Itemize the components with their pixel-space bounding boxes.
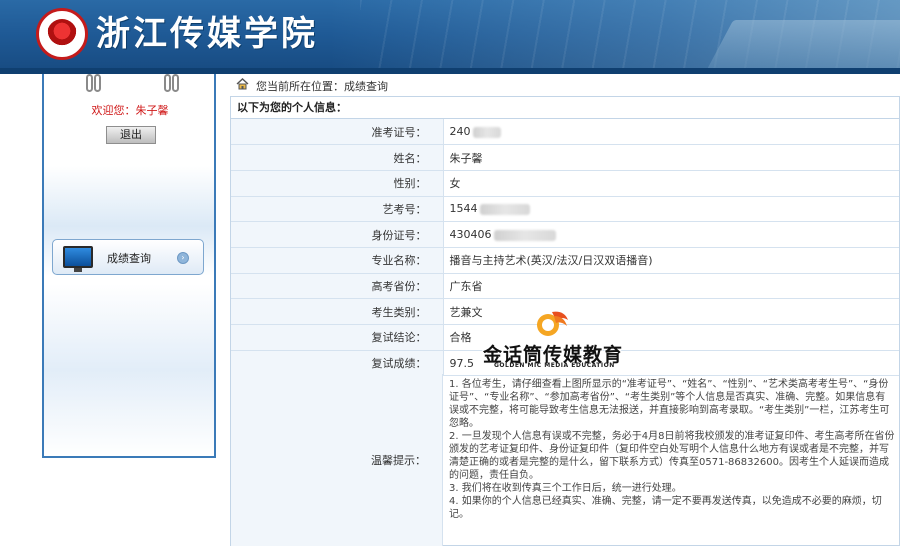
row-label: 身份证号： [231, 221, 444, 248]
arrow-right-icon: › [177, 252, 189, 264]
notes-section: 温馨提示： 1. 各位考生，请仔细查看上图所显示的“准考证号”、“姓名”、“性别… [231, 374, 899, 546]
sidebar: 欢迎您：朱子馨 退出 成绩查询 › [42, 74, 216, 458]
panel-title: 以下为您的个人信息： [231, 97, 899, 119]
redacted-mask [493, 229, 556, 241]
row-label: 艺考号： [231, 196, 444, 223]
note-item: 4. 如果你的个人信息已经真实、准确、完整，请一定不要再发送传真，以免造成不必要… [449, 496, 882, 520]
watermark-logo-icon [537, 311, 568, 336]
row-label: 专业名称： [231, 247, 444, 274]
row-value: 女 [443, 170, 899, 197]
welcome-text: 欢迎您：朱子馨 [91, 104, 169, 117]
sidebar-item-score-query[interactable]: 成绩查询 › [52, 239, 204, 275]
row-label: 姓名： [231, 144, 444, 171]
row-value: 艺兼文 [443, 298, 899, 325]
row-value: 广东省 [443, 273, 899, 300]
binder-ring-icon [86, 74, 93, 92]
watermark-subtitle: GOLDEN MIC MEDIA EDUCATION [494, 362, 615, 369]
notes-label: 温馨提示： [231, 374, 443, 546]
row-label: 准考证号： [231, 119, 444, 146]
sidebar-item-label: 成绩查询 [107, 252, 151, 265]
binder-ring-icon [164, 74, 171, 92]
table-row: 艺考号： 1544 [231, 196, 899, 223]
note-item: 1. 各位考生，请仔细查看上图所显示的“准考证号”、“姓名”、“性别”、“艺术类… [449, 379, 890, 429]
table-row: 专业名称： 播音与主持艺术(英汉/法汉/日汉双语播音) [231, 247, 899, 274]
breadcrumb: 您当前所在位置：成绩查询 [256, 80, 388, 93]
note-item: 2. 一旦发现个人信息有误或不完整，务必于4月8日前将我校颁发的准考证复印件、考… [449, 431, 895, 481]
row-label: 复试结论： [231, 324, 444, 351]
row-label: 高考省份： [231, 273, 444, 300]
binder-ring-icon [172, 74, 179, 92]
row-value: 240 [443, 119, 899, 146]
notes-body: 1. 各位考生，请仔细查看上图所显示的“准考证号”、“姓名”、“性别”、“艺术类… [449, 378, 895, 521]
binder-ring-icon [94, 74, 101, 92]
school-logo [36, 8, 88, 60]
table-row: 身份证号： 430406 [231, 221, 899, 248]
site-header: 浙江传媒学院 [0, 0, 900, 74]
row-label: 考生类别： [231, 298, 444, 325]
note-item: 3. 我们将在收到传真三个工作日后，统一进行处理。 [449, 483, 682, 494]
redacted-mask [479, 203, 530, 215]
table-row: 性别： 女 [231, 170, 899, 197]
keyboard-image [706, 20, 900, 70]
row-value: 1544 [443, 196, 899, 223]
school-name: 浙江传媒学院 [96, 14, 318, 54]
logout-button[interactable]: 退出 [106, 126, 156, 144]
redacted-mask [472, 126, 501, 138]
monitor-icon [63, 246, 93, 272]
row-value: 430406 [443, 221, 899, 248]
row-value: 朱子馨 [443, 144, 899, 171]
table-row: 姓名： 朱子馨 [231, 144, 899, 171]
table-row: 高考省份： 广东省 [231, 273, 899, 300]
row-label: 性别： [231, 170, 444, 197]
row-label: 复试成绩： [231, 350, 444, 377]
row-value: 播音与主持艺术(英汉/法汉/日汉双语播音) [443, 247, 899, 274]
table-row: 准考证号： 240 [231, 119, 899, 146]
home-icon [236, 78, 249, 90]
